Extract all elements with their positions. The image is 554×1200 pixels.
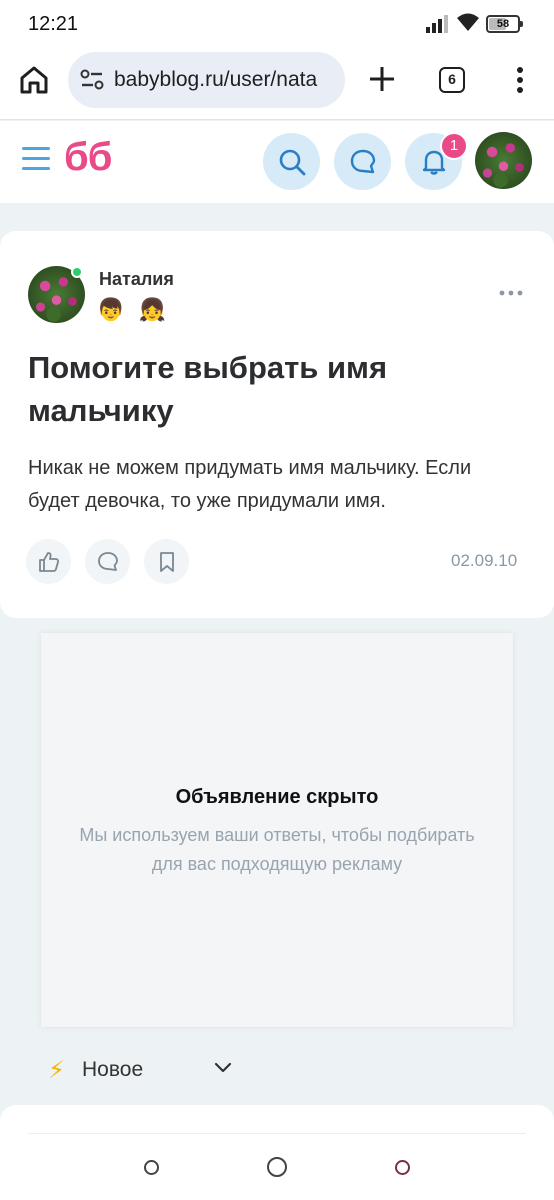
children-icons: 👦 👧 bbox=[97, 297, 170, 322]
system-nav-bar bbox=[0, 1150, 554, 1200]
search-icon bbox=[279, 149, 306, 176]
ad-hidden-title: Объявление скрыто bbox=[175, 786, 379, 808]
wifi-icon bbox=[457, 13, 479, 31]
post-more-icon[interactable] bbox=[499, 289, 523, 297]
menu-icon[interactable] bbox=[22, 147, 50, 171]
post-title[interactable]: Помогите выбрать имя мальчику bbox=[28, 346, 508, 432]
back-icon[interactable] bbox=[395, 1160, 410, 1175]
post-date: 02.09.10 bbox=[451, 551, 518, 570]
battery-level: 58 bbox=[496, 18, 510, 30]
post-body: Никак не можем придумать имя мальчику. Е… bbox=[28, 457, 472, 512]
author-name[interactable]: Наталия bbox=[99, 269, 174, 290]
chevron-down-icon[interactable] bbox=[214, 1062, 232, 1074]
feed-sort-label[interactable]: Новое bbox=[82, 1058, 143, 1082]
site-logo[interactable]: бб bbox=[64, 135, 112, 180]
site-header: бб 1 bbox=[0, 121, 554, 203]
new-tab-icon[interactable] bbox=[368, 65, 396, 93]
home-icon[interactable] bbox=[18, 64, 50, 96]
address-bar[interactable]: babyblog.ru/user/nata bbox=[68, 52, 345, 108]
status-bar: 12:21 58 bbox=[0, 0, 554, 48]
comment-icon bbox=[98, 552, 118, 571]
bookmark-button[interactable] bbox=[144, 539, 189, 584]
home-nav-icon[interactable] bbox=[267, 1157, 287, 1177]
thumbs-up-icon bbox=[39, 552, 60, 572]
bookmark-icon bbox=[160, 552, 174, 572]
more-menu-icon[interactable] bbox=[512, 67, 528, 93]
ad-hidden-description: Мы используем ваши ответы, чтобы подбира… bbox=[79, 825, 475, 874]
post-card: Наталия 👦 👧 Помогите выбрать имя мальчик… bbox=[0, 231, 554, 618]
recents-icon[interactable] bbox=[144, 1160, 159, 1175]
search-button[interactable] bbox=[263, 133, 320, 190]
lightning-icon: ⚡ bbox=[48, 1057, 65, 1084]
url-text[interactable]: babyblog.ru/user/nata bbox=[114, 68, 338, 92]
browser-toolbar: babyblog.ru/user/nata 6 bbox=[0, 48, 554, 120]
chat-icon bbox=[350, 149, 376, 174]
hidden-ad-block: Объявление скрыто Мы используем ваши отв… bbox=[41, 633, 513, 1027]
like-button[interactable] bbox=[26, 539, 71, 584]
messages-button[interactable] bbox=[334, 133, 391, 190]
cell-signal-icon bbox=[426, 15, 448, 33]
battery-icon: 58 bbox=[486, 15, 523, 33]
online-indicator bbox=[71, 266, 83, 278]
status-time: 12:21 bbox=[28, 13, 79, 35]
site-settings-icon[interactable] bbox=[80, 69, 104, 91]
notification-badge: 1 bbox=[440, 132, 468, 160]
user-avatar[interactable] bbox=[475, 132, 532, 189]
comment-button[interactable] bbox=[85, 539, 130, 584]
divider bbox=[28, 1133, 526, 1134]
tab-switcher-button[interactable]: 6 bbox=[439, 67, 465, 93]
